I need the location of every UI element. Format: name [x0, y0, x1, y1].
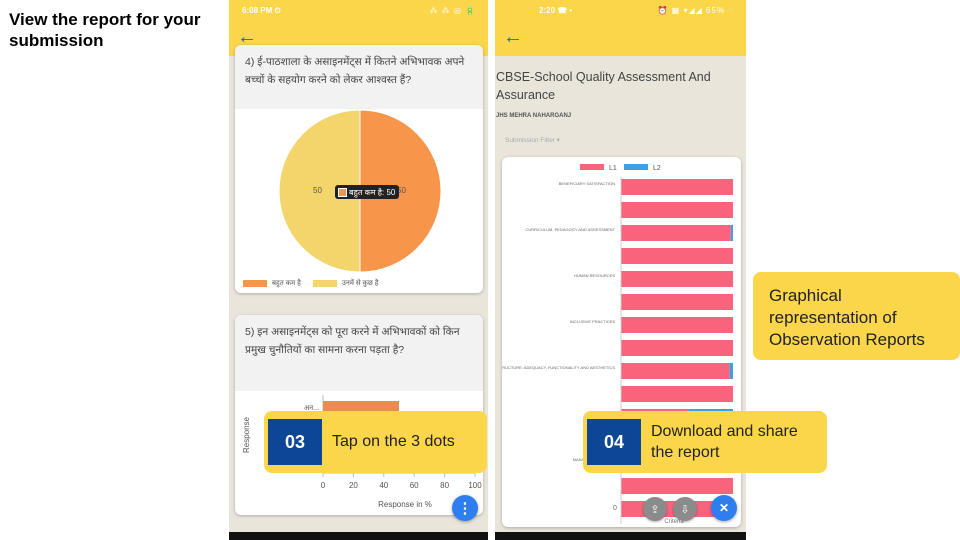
report-title: CBSE-School Quality Assessment And Assur…: [496, 70, 711, 102]
bar-segment: [730, 225, 733, 241]
close-icon[interactable]: ✕: [711, 495, 737, 521]
status-icons: ⁂ ⁂ ◎ 🔋: [429, 6, 476, 15]
bar-segment: [621, 225, 731, 241]
status-time: 6:08 PM ⏲: [242, 6, 281, 15]
legend-label: L2: [653, 165, 661, 172]
slide-title: View the report for your submission: [9, 10, 201, 50]
x-tick-label: 0: [321, 481, 326, 490]
legend-swatch: [624, 164, 648, 170]
pie-tooltip: बहुत कम है: 50: [335, 185, 399, 199]
status-icons: ⏰ ▦ ▾◢◢ 65% ◌: [657, 6, 734, 15]
pie-slice-label: 50: [313, 186, 322, 195]
bar: [323, 401, 399, 411]
tooltip-text: बहुत कम है: 50: [349, 187, 396, 197]
legend-label: बहुत कम है: [272, 280, 301, 287]
step-3-callout: 03 Tap on the 3 dots: [264, 411, 487, 473]
bar-segment: [621, 248, 733, 264]
step-text: Tap on the 3 dots: [332, 433, 455, 450]
pie-chart: 50 50 बहुत कम है: 50: [278, 109, 442, 273]
category-label: HUMAN RESOURCES: [574, 273, 615, 278]
navigation-bar: [229, 532, 488, 540]
callout-text: Graphical representation of Observation …: [769, 286, 925, 349]
app-bar: ←: [495, 22, 746, 56]
navigation-bar: [495, 532, 746, 540]
bar-segment: [621, 317, 733, 333]
bar-segment: [621, 340, 733, 356]
arrow-left-icon[interactable]: ←: [503, 26, 523, 49]
tooltip-swatch: [338, 187, 347, 197]
bar-segment: [621, 294, 733, 310]
category-label: INFRASTRUCTURE: ADEQUACY, FUNCTIONALITY …: [502, 365, 615, 370]
legend-item: बहुत कम है: [243, 279, 301, 288]
x-tick-label: 80: [440, 481, 449, 490]
y-axis-label: Response: [242, 416, 251, 453]
question-text: 5) इन असाइनमेंट्स को पूरा करने में अभिभा…: [235, 315, 483, 391]
bar-segment: [621, 501, 720, 517]
status-bar: 6:08 PM ⏲ ⁂ ⁂ ◎ 🔋: [229, 0, 488, 22]
school-name: JHS MEHRA NAHARGANJ: [496, 113, 572, 119]
submission-filter-dropdown[interactable]: Submission Filter ▾: [505, 136, 560, 144]
more-vert-icon[interactable]: ⋮: [452, 495, 478, 521]
bar-segment: [621, 363, 730, 379]
step-4-callout: 04 Download and share the report: [583, 411, 827, 473]
x-tick-label: 100: [468, 481, 482, 490]
graphical-representation-callout: Graphical representation of Observation …: [753, 272, 960, 360]
legend-label: उनमें से कुछ है: [342, 280, 379, 287]
bar-segment: [729, 363, 733, 379]
share-icon[interactable]: ⇪: [643, 497, 667, 521]
bar-segment: [621, 202, 733, 218]
step-text: Download and share the report: [651, 423, 798, 461]
bar-segment: [621, 386, 733, 402]
x-tick-label: 20: [349, 481, 358, 490]
bar-segment: [621, 179, 733, 195]
category-label: INCLUSIVE PRACTICES: [570, 319, 615, 324]
x-axis-label: Response in %: [378, 500, 432, 509]
legend-item: उनमें से कुछ है: [313, 279, 378, 288]
x-tick-label: 0: [613, 505, 617, 512]
status-bar: 2:20 ☎ • ⏰ ▦ ▾◢◢ 65% ◌: [495, 0, 746, 22]
step-number: 04: [587, 419, 641, 465]
x-tick-label: 60: [410, 481, 419, 490]
legend-swatch: [243, 280, 267, 287]
status-time: 2:20 ☎ •: [539, 6, 573, 15]
legend-swatch: [313, 280, 337, 287]
bar-segment: [621, 271, 733, 287]
step-number: 03: [268, 419, 322, 465]
bar-segment: [621, 478, 733, 494]
category-label: CURRICULUM, PEDAGOGY AND ASSESSMENT: [526, 227, 616, 232]
legend-swatch: [580, 164, 604, 170]
legend-label: L1: [609, 165, 617, 172]
question-card-4: 4) ई-पाठशाला के असाइनमेंट्स में कितने अभ…: [235, 45, 483, 293]
question-text: 4) ई-पाठशाला के असाइनमेंट्स में कितने अभ…: [235, 45, 483, 109]
category-label: BENEFICIARY SATISFACTION: [559, 181, 615, 186]
x-tick-label: 40: [379, 481, 388, 490]
download-icon[interactable]: ⇩: [673, 497, 697, 521]
